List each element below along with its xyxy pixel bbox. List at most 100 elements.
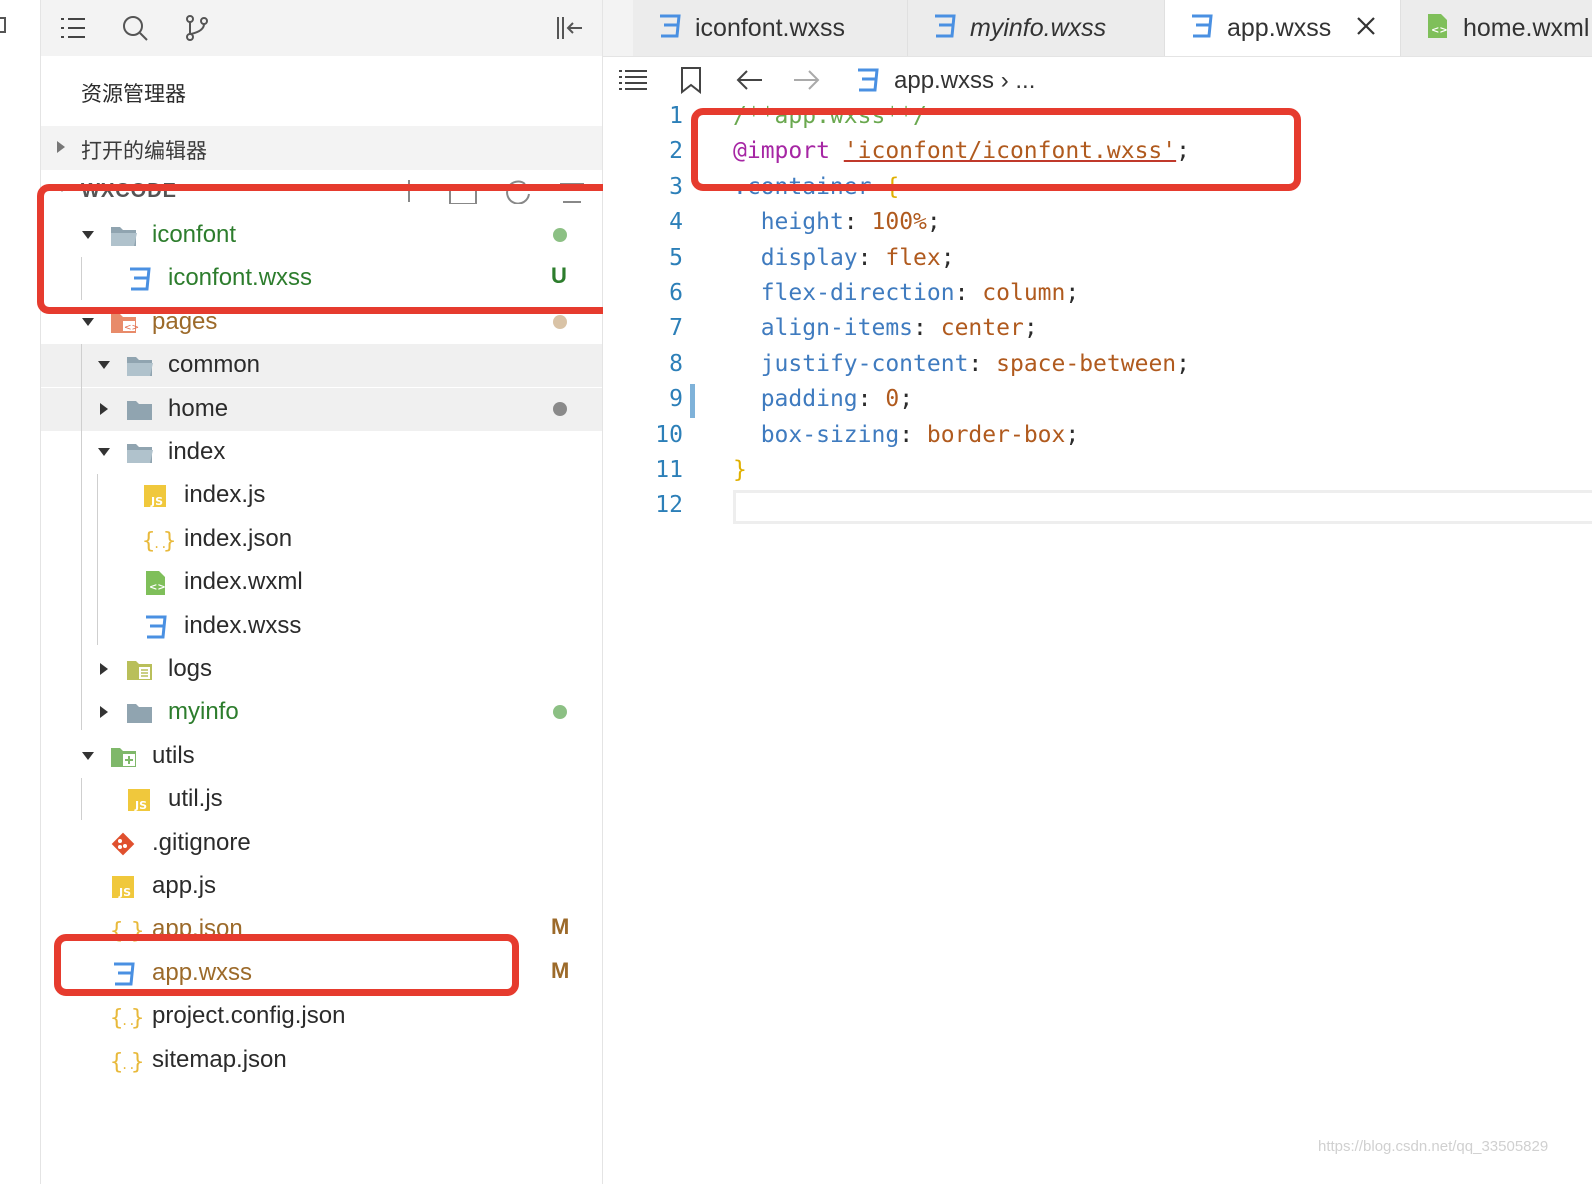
tree-item-label: common: [168, 351, 261, 378]
tree-item[interactable]: myinfo: [41, 691, 602, 734]
chevron-right-icon[interactable]: [97, 662, 111, 676]
outline-list-icon[interactable]: [57, 12, 89, 44]
css-icon: [1187, 12, 1215, 45]
status-dot: [553, 402, 567, 416]
code-text: height: 100%;: [733, 209, 941, 235]
code-token: flex-direction: [760, 280, 955, 306]
tree-item[interactable]: <> index.wxml: [41, 561, 602, 604]
chevron-down-icon[interactable]: [81, 315, 95, 329]
code-token: ;: [1023, 315, 1038, 342]
breadcrumb-file[interactable]: app.wxss › ...: [894, 67, 1035, 95]
line-number: 8: [669, 350, 683, 377]
svg-text:JS: JS: [150, 495, 163, 508]
code-line[interactable]: 4 height: 100%;: [603, 206, 1592, 241]
bookmark-icon[interactable]: [679, 66, 703, 94]
code-token: :: [899, 421, 927, 448]
code-token: :: [857, 244, 886, 271]
css-file-icon: [141, 613, 171, 641]
tree-item[interactable]: .gitignore: [41, 822, 602, 865]
annotation-box-import: [691, 108, 1301, 191]
search-icon[interactable]: [119, 12, 151, 44]
chevron-down-icon[interactable]: [81, 749, 95, 763]
code-text: display: flex;: [733, 245, 955, 271]
js-file-icon: JS: [141, 482, 171, 510]
code-token: 0: [885, 386, 900, 413]
code-line[interactable]: 6 flex-direction: column;: [603, 277, 1592, 312]
code-token: justify-content: [760, 350, 969, 377]
line-number: 12: [655, 492, 683, 519]
tree-item[interactable]: index.wxss: [41, 605, 602, 648]
tree-item-label: app.js: [152, 872, 217, 899]
tree-item-label: myinfo: [168, 698, 239, 725]
code-line[interactable]: 9 padding: 0;: [603, 383, 1592, 418]
logs-folder-icon: [125, 656, 155, 684]
code-line[interactable]: 7 align-items: center;: [603, 312, 1592, 347]
tree-item[interactable]: JS index.js: [41, 474, 602, 517]
code-line[interactable]: 11}: [603, 454, 1592, 489]
chevron-down-icon[interactable]: [97, 358, 111, 372]
code-token: padding: [760, 386, 858, 413]
tree-item[interactable]: logs: [41, 648, 602, 691]
tree-item-label: index.json: [184, 525, 293, 552]
forward-arrow-icon[interactable]: [791, 66, 821, 94]
chevron-right-icon[interactable]: [97, 402, 111, 416]
gutter-change-marker: [690, 384, 695, 418]
code-text: box-sizing: border-box;: [733, 421, 1080, 448]
svg-text:JS: JS: [118, 886, 131, 899]
folder-open-icon: [125, 352, 155, 380]
source-control-icon[interactable]: [181, 12, 213, 44]
back-arrow-icon[interactable]: [735, 66, 765, 94]
code-token: ;: [940, 244, 955, 271]
tree-item-label: index.wxss: [184, 612, 302, 639]
folder-icon: [125, 396, 155, 424]
code-line[interactable]: 5 display: flex;: [603, 242, 1592, 277]
breadcrumb: app.wxss › ...: [603, 58, 1592, 102]
editor-tab[interactable]: myinfo.wxss: [908, 0, 1165, 56]
editor-tab[interactable]: <> home.wxml: [1401, 0, 1592, 56]
close-icon[interactable]: [1354, 14, 1378, 43]
js-file-icon: JS: [125, 786, 155, 814]
chevron-right-icon[interactable]: [97, 705, 111, 719]
annotation-box-app-wxss: [54, 934, 519, 996]
indent-guide: [97, 474, 98, 645]
open-editors-section[interactable]: 打开的编辑器: [41, 126, 602, 170]
line-number: 5: [669, 244, 683, 271]
code-token: ;: [1065, 280, 1080, 306]
editor-tab[interactable]: app.wxss: [1165, 0, 1401, 56]
tab-label: app.wxss: [1227, 14, 1332, 42]
explorer-title: 资源管理器: [81, 83, 186, 106]
tab-label: myinfo.wxss: [970, 14, 1107, 42]
code-line[interactable]: 10 box-sizing: border-box;: [603, 419, 1592, 454]
tree-item[interactable]: utils: [41, 735, 602, 778]
code-token: :: [954, 280, 983, 306]
tree-item-label: .gitignore: [152, 829, 251, 856]
svg-text:JS: JS: [134, 799, 147, 812]
tree-item[interactable]: JS util.js: [41, 778, 602, 821]
code-token: :: [968, 350, 997, 377]
indent-guide: [81, 778, 82, 820]
tree-item-label: index.wxml: [184, 568, 303, 595]
tab-label: iconfont.wxss: [695, 14, 846, 42]
tree-item[interactable]: {..} index.json: [41, 518, 602, 561]
outline-icon[interactable]: [617, 66, 649, 94]
code-token: :: [913, 315, 941, 342]
collapse-sidebar-icon[interactable]: [553, 12, 585, 44]
line-number: 4: [669, 209, 683, 236]
explorer-icon[interactable]: [0, 14, 10, 38]
chevron-down-icon[interactable]: [97, 445, 111, 459]
tree-item[interactable]: home: [41, 388, 602, 431]
tree-item[interactable]: {..} sitemap.json: [41, 1039, 602, 1082]
folder-icon: [125, 699, 155, 727]
code-token: ;: [1065, 421, 1080, 448]
tree-item[interactable]: JS app.js: [41, 865, 602, 908]
tree-item[interactable]: {..} project.config.json: [41, 995, 602, 1038]
tree-item[interactable]: index: [41, 431, 602, 474]
git-status-badge: M: [551, 958, 570, 983]
tree-item[interactable]: common: [41, 344, 602, 387]
line-number: 7: [669, 315, 683, 342]
editor-tab[interactable]: iconfont.wxss: [633, 0, 908, 56]
tab-label: home.wxml: [1463, 14, 1590, 42]
code-line[interactable]: 8 justify-content: space-between;: [603, 348, 1592, 383]
